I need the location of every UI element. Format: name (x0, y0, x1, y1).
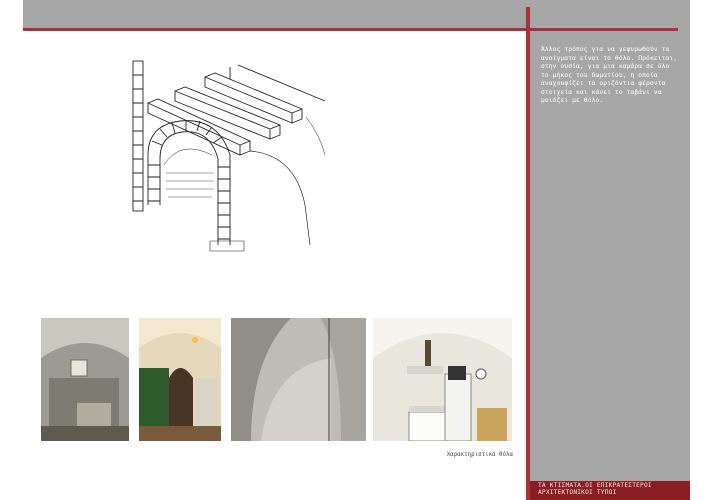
photos-caption: Χαρακτηριστικά θόλα (446, 452, 513, 458)
sidebar-description: Άλλος τρόπος για να γεφυρωθούν τα ανοίγμ… (541, 46, 678, 104)
header-rule (23, 28, 678, 31)
vault-photo-1 (41, 318, 129, 441)
footer-title-line2: ΑΡΧΙΤΕΚΤΟΝΙΚΟΙ ΤΥΠΟΙ (538, 489, 617, 497)
top-header-band (23, 0, 690, 31)
vertical-rule (526, 7, 530, 500)
vault-sketch-drawing (132, 60, 326, 252)
footer-title-line1: ΤΑ ΚΤΙΣΜΑΤΑ.ΟΙ ΕΠΙΚΡΑΤΕΣΤΕΡΟΙ (538, 482, 652, 489)
vault-photo-2 (139, 318, 221, 441)
footer-title: ΤΑ ΚΤΙΣΜΑΤΑ.ΟΙ ΕΠΙΚΡΑΤΕΣΤΕΡΟΙ ΑΡΧΙΤΕΚΤΟΝ… (538, 482, 688, 496)
vault-photo-3 (231, 318, 366, 441)
vault-photo-4 (373, 318, 512, 441)
